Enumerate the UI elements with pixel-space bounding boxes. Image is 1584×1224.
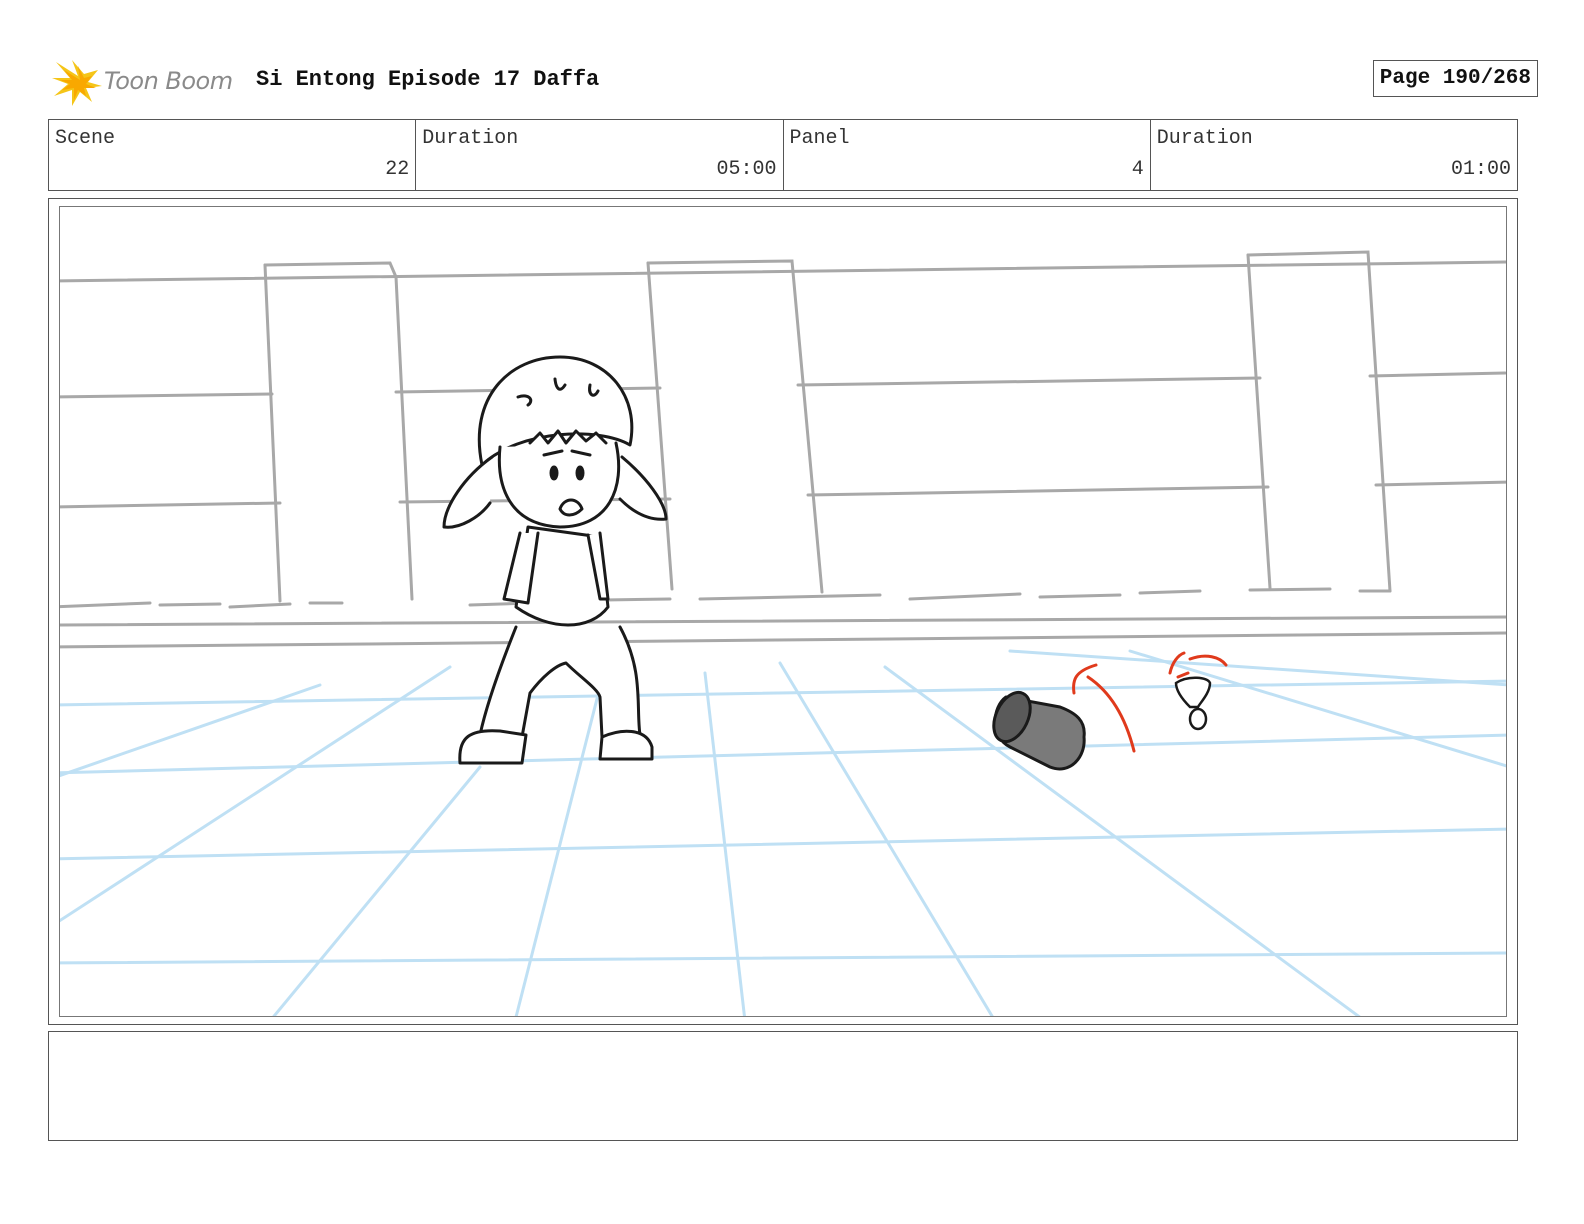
document-title: Si Entong Episode 17 Daffa — [256, 67, 600, 92]
toon-boom-logo: Toon Boom — [52, 56, 242, 108]
panel-cell: Panel 4 — [784, 120, 1151, 190]
scene-cell: Scene 22 — [49, 120, 417, 190]
dropped-object — [992, 690, 1086, 771]
scene-info-row: Scene 22 Duration 05:00 Panel 4 Duration… — [48, 119, 1518, 191]
motion-arrows — [1072, 651, 1228, 753]
panel-image — [59, 206, 1507, 1017]
scene-duration-cell: Duration 05:00 — [416, 120, 784, 190]
panel-frame — [48, 198, 1518, 1025]
scene-duration-label: Duration — [422, 127, 519, 150]
character-sketch — [442, 355, 668, 765]
panel-value: 4 — [1131, 158, 1144, 181]
panel-duration-label: Duration — [1156, 127, 1253, 150]
header: Toon Boom Si Entong Episode 17 Daffa Pag… — [52, 52, 1538, 108]
storyboard-sketch — [60, 250, 1506, 1016]
scene-value: 22 — [385, 158, 410, 181]
panel-duration-value: 01:00 — [1450, 158, 1511, 181]
logo-text: Toon Boom — [104, 67, 233, 95]
panel-duration-cell: Duration 01:00 — [1151, 120, 1517, 190]
page-indicator: Page 190/268 — [1372, 60, 1538, 97]
small-object — [1174, 676, 1212, 731]
panel-label: Panel — [789, 127, 850, 150]
star-burst-icon — [52, 60, 102, 106]
panel-notes-box — [48, 1031, 1518, 1141]
wall-lines — [60, 250, 1506, 649]
floor-grid — [60, 649, 1506, 1016]
scene-duration-value: 05:00 — [716, 158, 777, 181]
scene-label: Scene — [55, 127, 116, 150]
